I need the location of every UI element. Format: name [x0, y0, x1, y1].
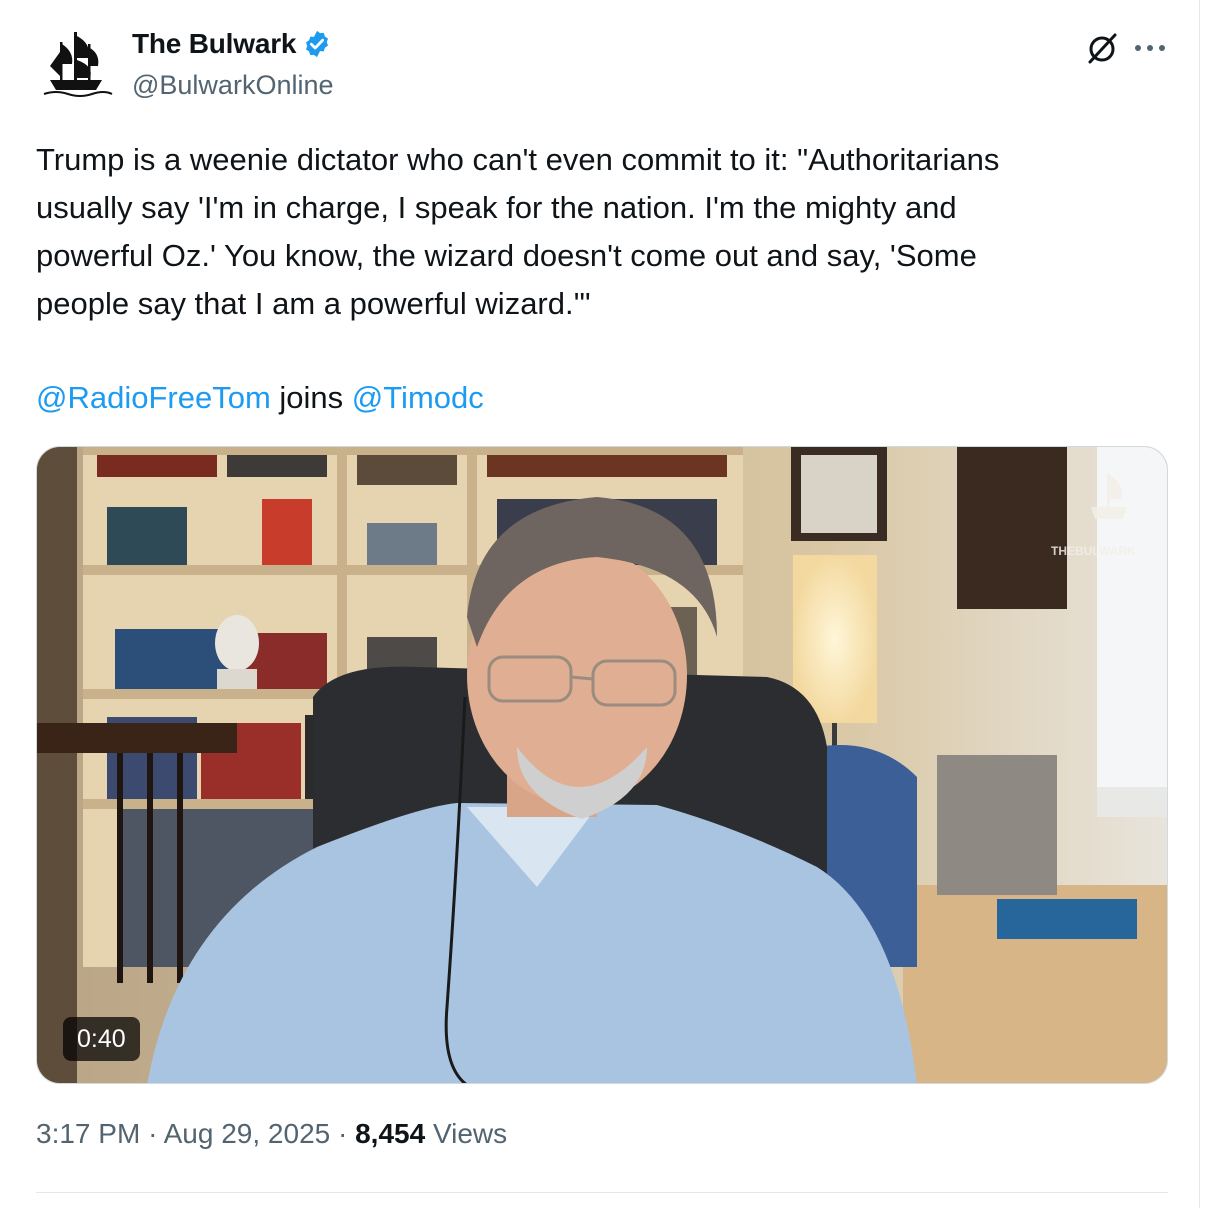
tweet-time[interactable]: 3:17 PM — [36, 1118, 140, 1149]
tweet-text-line: people say that I am a powerful wizard.'… — [36, 286, 591, 321]
ship-logo-icon — [36, 22, 116, 102]
author-handle[interactable]: @BulwarkOnline — [132, 70, 334, 101]
views-count: 8,454 — [355, 1118, 426, 1149]
grok-button[interactable] — [1082, 28, 1122, 68]
video-thumbnail: THEBULWARK — [37, 447, 1167, 1083]
tweet-text-line: powerful Oz.' You know, the wizard doesn… — [36, 238, 977, 273]
more-horizontal-icon — [1135, 45, 1165, 51]
grok-icon — [1088, 33, 1117, 64]
more-options-button[interactable] — [1130, 28, 1170, 68]
tweet-header: The Bulwark @BulwarkOnline — [36, 22, 1170, 102]
meta-separator: · — [338, 1118, 348, 1149]
frame-border — [1199, 0, 1200, 1208]
meta-separator: · — [148, 1118, 158, 1149]
author-display-name[interactable]: The Bulwark — [132, 28, 296, 60]
tweet-mentions: @RadioFreeTom joins @Timodc — [36, 374, 484, 422]
tweet-text-line: Trump is a weenie dictator who can't eve… — [36, 142, 1000, 177]
video-duration-badge: 0:40 — [63, 1017, 140, 1061]
verified-badge-icon — [302, 29, 332, 59]
tweet-date[interactable]: Aug 29, 2025 — [164, 1118, 331, 1149]
views-label: Views — [432, 1118, 508, 1149]
watermark-text: THEBULWARK — [1051, 544, 1136, 558]
mention-joiner-text: joins — [279, 380, 344, 415]
tweet-text-line: usually say 'I'm in charge, I speak for … — [36, 190, 957, 225]
mention-link[interactable]: @Timodc — [352, 380, 484, 415]
video-player[interactable]: THEBULWARK 0:40 — [36, 446, 1168, 1084]
avatar[interactable] — [36, 22, 116, 102]
author-name-row: The Bulwark — [132, 28, 332, 60]
tweet-meta: 3:17 PM · Aug 29, 2025 · 8,454 Views — [36, 1118, 507, 1150]
mention-link[interactable]: @RadioFreeTom — [36, 380, 271, 415]
tweet-text: Trump is a weenie dictator who can't eve… — [36, 136, 1166, 328]
divider — [36, 1192, 1168, 1193]
